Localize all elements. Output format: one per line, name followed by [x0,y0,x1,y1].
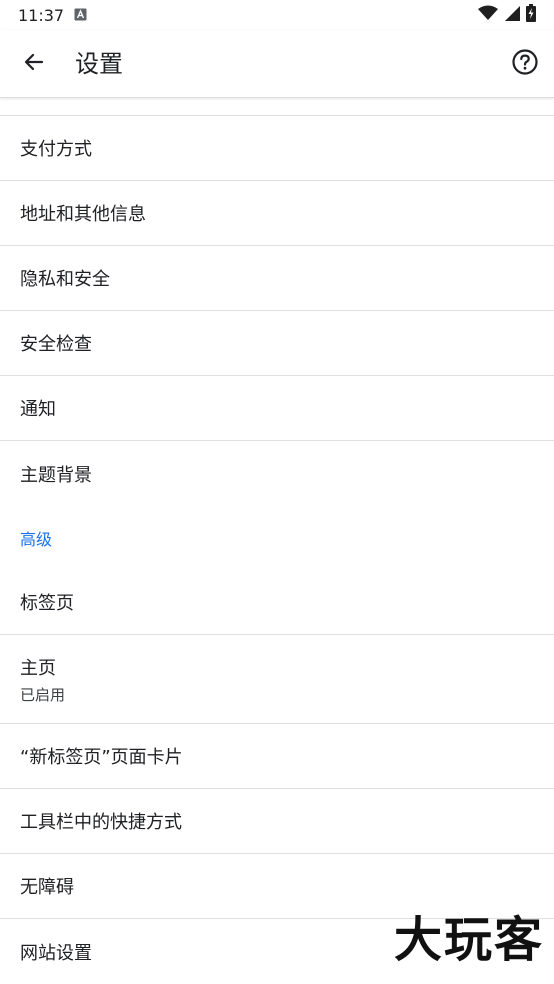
back-button[interactable] [16,48,52,80]
status-right [478,4,536,26]
list-item-label: 地址和其他信息 [20,204,146,225]
list-item-label: 无障碍 [20,877,74,898]
settings-item-toolbar-shortcut[interactable]: 工具栏中的快捷方式 [0,789,554,854]
status-left: 11:37 [18,6,87,25]
signal-icon [504,5,520,25]
settings-item-notifications[interactable]: 通知 [0,376,554,441]
status-time: 11:37 [18,5,65,25]
list-item-label: 主页 [20,657,56,679]
settings-item-payment-methods[interactable]: 支付方式 [0,116,554,181]
list-item-label: 主题背景 [20,464,92,486]
settings-item-theme[interactable]: 主题背景 [0,441,554,506]
list-item-sublabel: 已启用 [20,685,66,704]
arrow-left-icon [22,50,46,78]
status-bar: 11:37 [0,0,554,30]
settings-item-addresses[interactable]: 地址和其他信息 [0,181,554,246]
settings-item-tabs[interactable]: 标签页 [0,570,554,635]
list-item-label: 通知 [20,399,56,420]
list-item-label: 工具栏中的快捷方式 [20,812,182,833]
settings-list: 支付方式 地址和其他信息 隐私和安全 安全检查 通知 主题背景 高级 标签页 主… [0,98,554,984]
help-button[interactable] [510,49,540,79]
list-item-label: 安全检查 [20,334,92,355]
section-header-advanced: 高级 [20,530,53,549]
settings-item-homepage[interactable]: 主页 已启用 [0,635,554,724]
battery-charging-icon [526,4,536,26]
settings-item-ntp-cards[interactable]: “新标签页”页面卡片 [0,724,554,789]
list-top-divider [0,98,554,116]
list-item-label: “新标签页”页面卡片 [20,747,183,768]
settings-item-safety-check[interactable]: 安全检查 [0,311,554,376]
help-circle-icon [511,48,539,80]
list-item-label: 支付方式 [20,139,92,160]
wifi-icon [478,5,498,25]
settings-item-privacy-security[interactable]: 隐私和安全 [0,246,554,311]
a-box-icon [74,6,87,25]
app-bar: 设置 [0,30,554,98]
page-title: 设置 [75,50,123,78]
list-item-label: 隐私和安全 [20,269,110,290]
list-item-label: 标签页 [20,593,74,614]
watermark-logo: 大玩客 [393,912,544,968]
